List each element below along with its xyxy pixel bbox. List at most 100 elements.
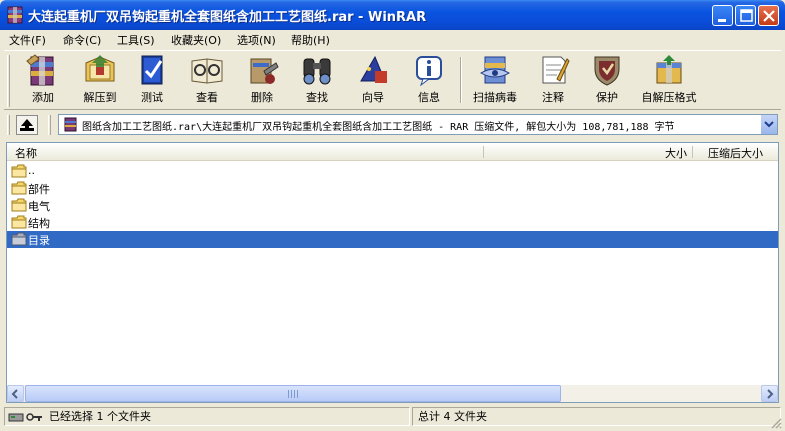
- toolbar-view-label: 查看: [196, 91, 218, 104]
- status-bar: 已经选择 1 个文件夹 总计 4 文件夹: [0, 405, 785, 431]
- toolbar-test-label: 测试: [141, 91, 163, 104]
- column-divider[interactable]: [483, 146, 484, 158]
- window-title: 大连起重机厂双吊钩起重机全套图纸含加工工艺图纸.rar - WinRAR: [28, 10, 427, 25]
- list-item-name: 部件: [28, 183, 50, 196]
- list-item-selected[interactable]: 目录: [7, 231, 778, 248]
- add-archive-icon: [26, 54, 54, 86]
- archive-path-text: 图纸含加工工艺图纸.rar\大连起重机厂双吊钩起重机全套图纸含加工工艺图纸 - …: [82, 122, 675, 133]
- column-header-packed[interactable]: 压缩后大小: [708, 145, 763, 161]
- folder-icon: [11, 181, 27, 195]
- toolbar-wizard-label: 向导: [362, 91, 384, 104]
- scrollbar-thumb[interactable]: [25, 385, 561, 402]
- toolbar: 添加 解压到 测试 查看 删除 查找 向导 信息 扫描病毒 注释 保护 自解压格…: [4, 50, 781, 110]
- toolbar-protect-label: 保护: [596, 91, 618, 104]
- list-item-parent[interactable]: ..: [7, 163, 778, 180]
- toolbar-separator: [460, 57, 462, 103]
- toolbar-info-button[interactable]: 信息: [406, 53, 452, 109]
- toolbar-sfx-label: 自解压格式: [641, 91, 697, 104]
- menu-options[interactable]: 选项(N): [237, 32, 276, 48]
- toolbar-virus-scan-label: 扫描病毒: [473, 91, 517, 104]
- list-item[interactable]: 部件: [7, 180, 778, 197]
- toolbar-extract-to-label: 解压到: [83, 91, 117, 104]
- toolbar-virus-scan-button[interactable]: 扫描病毒: [466, 53, 524, 109]
- address-separator-grip[interactable]: [48, 115, 51, 135]
- test-icon: [141, 55, 163, 85]
- menu-help[interactable]: 帮助(H): [291, 32, 330, 48]
- toolbar-delete-label: 删除: [251, 91, 273, 104]
- toolbar-find-label: 查找: [306, 91, 328, 104]
- list-item-name: 结构: [28, 217, 50, 230]
- list-item-name: 电气: [28, 200, 50, 213]
- scroll-left-button[interactable]: [7, 385, 24, 402]
- address-bar: 图纸含加工工艺图纸.rar\大连起重机厂双吊钩起重机全套图纸含加工工艺图纸 - …: [4, 112, 781, 138]
- folder-icon: [11, 198, 27, 212]
- up-arrow-icon: [20, 119, 34, 131]
- menu-favorites[interactable]: 收藏夹(O): [171, 32, 221, 48]
- sfx-icon: [656, 55, 682, 84]
- file-list[interactable]: 名称 大小 压缩后大小 .. 部件 电气 结构 目录: [6, 142, 779, 403]
- column-divider[interactable]: [692, 146, 693, 158]
- menu-commands[interactable]: 命令(C): [63, 32, 101, 48]
- drive-key-icon[interactable]: [8, 411, 44, 423]
- toolbar-add-label: 添加: [32, 91, 54, 104]
- toolbar-sfx-button[interactable]: 自解压格式: [636, 53, 702, 109]
- toolbar-test-button[interactable]: 测试: [130, 53, 174, 109]
- list-header: 名称 大小 压缩后大小: [7, 143, 778, 161]
- close-button[interactable]: [758, 5, 779, 26]
- protect-icon: [594, 56, 620, 86]
- scrollbar-grip: [288, 390, 298, 398]
- chevron-down-icon: [764, 121, 774, 128]
- minimize-button[interactable]: [712, 5, 733, 26]
- toolbar-add-button[interactable]: 添加: [17, 53, 69, 109]
- view-icon: [191, 58, 223, 84]
- toolbar-protect-button[interactable]: 保护: [584, 53, 630, 109]
- info-icon: [416, 56, 442, 87]
- minimize-icon: [718, 19, 726, 22]
- delete-icon: [250, 58, 279, 84]
- status-selection-text: 已经选择 1 个文件夹: [49, 410, 151, 423]
- folder-icon: [11, 215, 27, 229]
- toolbar-extract-to-button[interactable]: 解压到: [74, 53, 126, 109]
- title-bar[interactable]: 大连起重机厂双吊钩起重机全套图纸含加工工艺图纸.rar - WinRAR: [0, 0, 785, 30]
- list-item[interactable]: 结构: [7, 214, 778, 231]
- list-item[interactable]: 电气: [7, 197, 778, 214]
- chevron-left-icon: [11, 389, 18, 399]
- wizard-icon: [360, 55, 387, 83]
- toolbar-delete-button[interactable]: 删除: [240, 53, 284, 109]
- toolbar-info-label: 信息: [418, 91, 440, 104]
- maximize-icon: [740, 9, 753, 22]
- menu-bar: 文件(F) 命令(C) 工具(S) 收藏夹(O) 选项(N) 帮助(H): [0, 30, 785, 49]
- close-icon: [763, 10, 775, 22]
- toolbar-comment-button[interactable]: 注释: [530, 53, 576, 109]
- list-item-name: 目录: [28, 234, 50, 247]
- extract-to-icon: [85, 55, 115, 82]
- status-total-text: 总计 4 文件夹: [418, 410, 487, 423]
- column-header-name[interactable]: 名称: [15, 145, 37, 161]
- path-dropdown-button[interactable]: [760, 115, 777, 134]
- toolbar-find-button[interactable]: 查找: [294, 53, 340, 109]
- maximize-button[interactable]: [735, 5, 756, 26]
- menu-tools[interactable]: 工具(S): [117, 32, 155, 48]
- list-item-name: ..: [28, 164, 35, 177]
- folder-icon: [11, 164, 27, 178]
- toolbar-view-button[interactable]: 查看: [184, 53, 230, 109]
- up-folder-button[interactable]: [16, 115, 38, 135]
- address-grip[interactable]: [7, 115, 10, 135]
- rar-archive-icon: [64, 117, 77, 132]
- winrar-window: 大连起重机厂双吊钩起重机全套图纸含加工工艺图纸.rar - WinRAR 文件(…: [0, 0, 785, 431]
- resize-grip-icon[interactable]: [770, 417, 782, 429]
- virus-scan-icon: [479, 56, 511, 84]
- scroll-right-button[interactable]: [761, 385, 778, 402]
- winrar-app-icon[interactable]: [6, 6, 24, 24]
- folder-icon: [11, 232, 27, 246]
- find-icon: [303, 58, 331, 85]
- toolbar-comment-label: 注释: [542, 91, 564, 104]
- chevron-right-icon: [767, 389, 774, 399]
- menu-file[interactable]: 文件(F): [9, 32, 46, 48]
- toolbar-grip[interactable]: [7, 55, 10, 107]
- path-combobox[interactable]: 图纸含加工工艺图纸.rar\大连起重机厂双吊钩起重机全套图纸含加工工艺图纸 - …: [58, 114, 778, 135]
- horizontal-scrollbar[interactable]: [7, 385, 778, 402]
- column-header-size[interactable]: 大小: [665, 145, 687, 161]
- toolbar-wizard-button[interactable]: 向导: [350, 53, 396, 109]
- comment-icon: [542, 56, 570, 84]
